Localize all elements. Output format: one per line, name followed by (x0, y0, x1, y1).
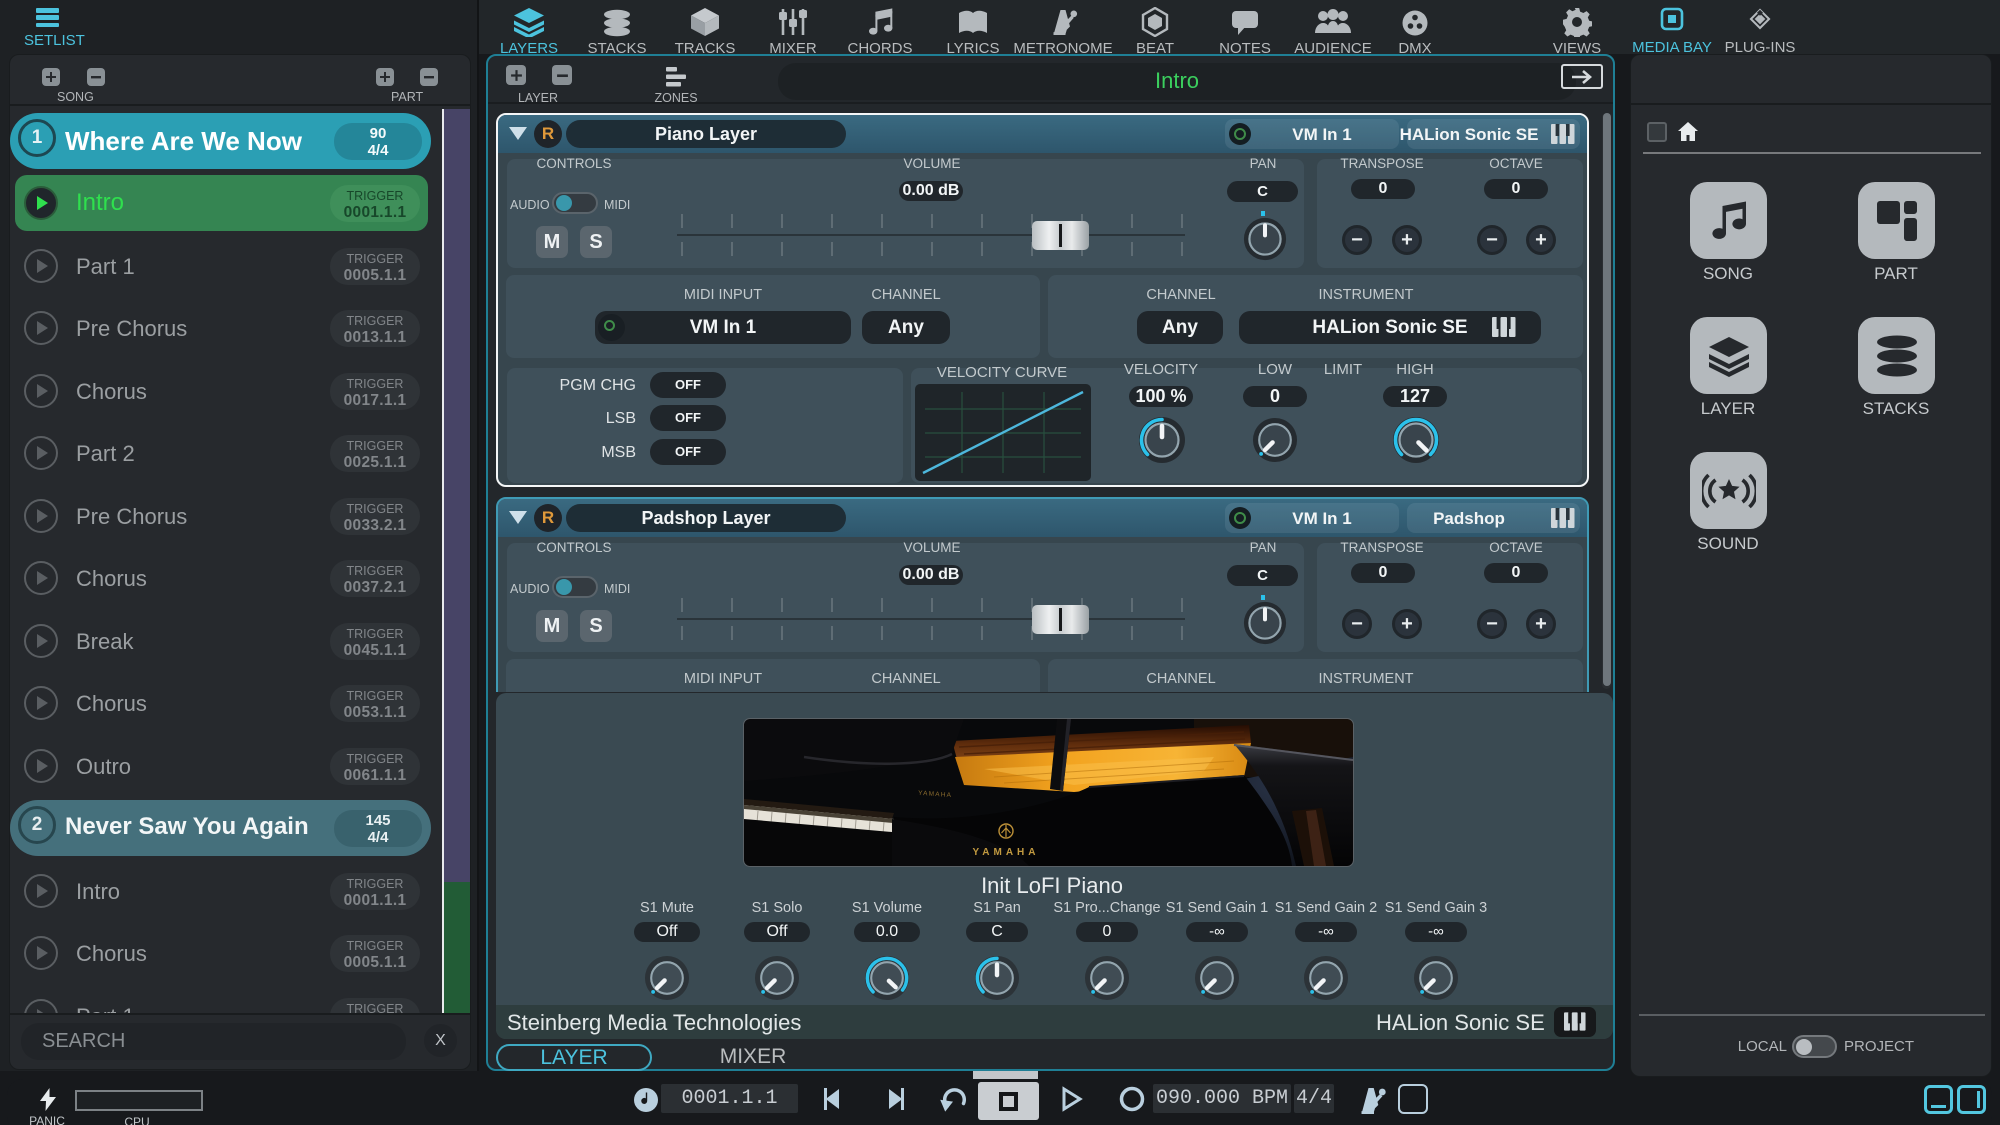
svg-text:YAMAHA: YAMAHA (973, 847, 1040, 858)
